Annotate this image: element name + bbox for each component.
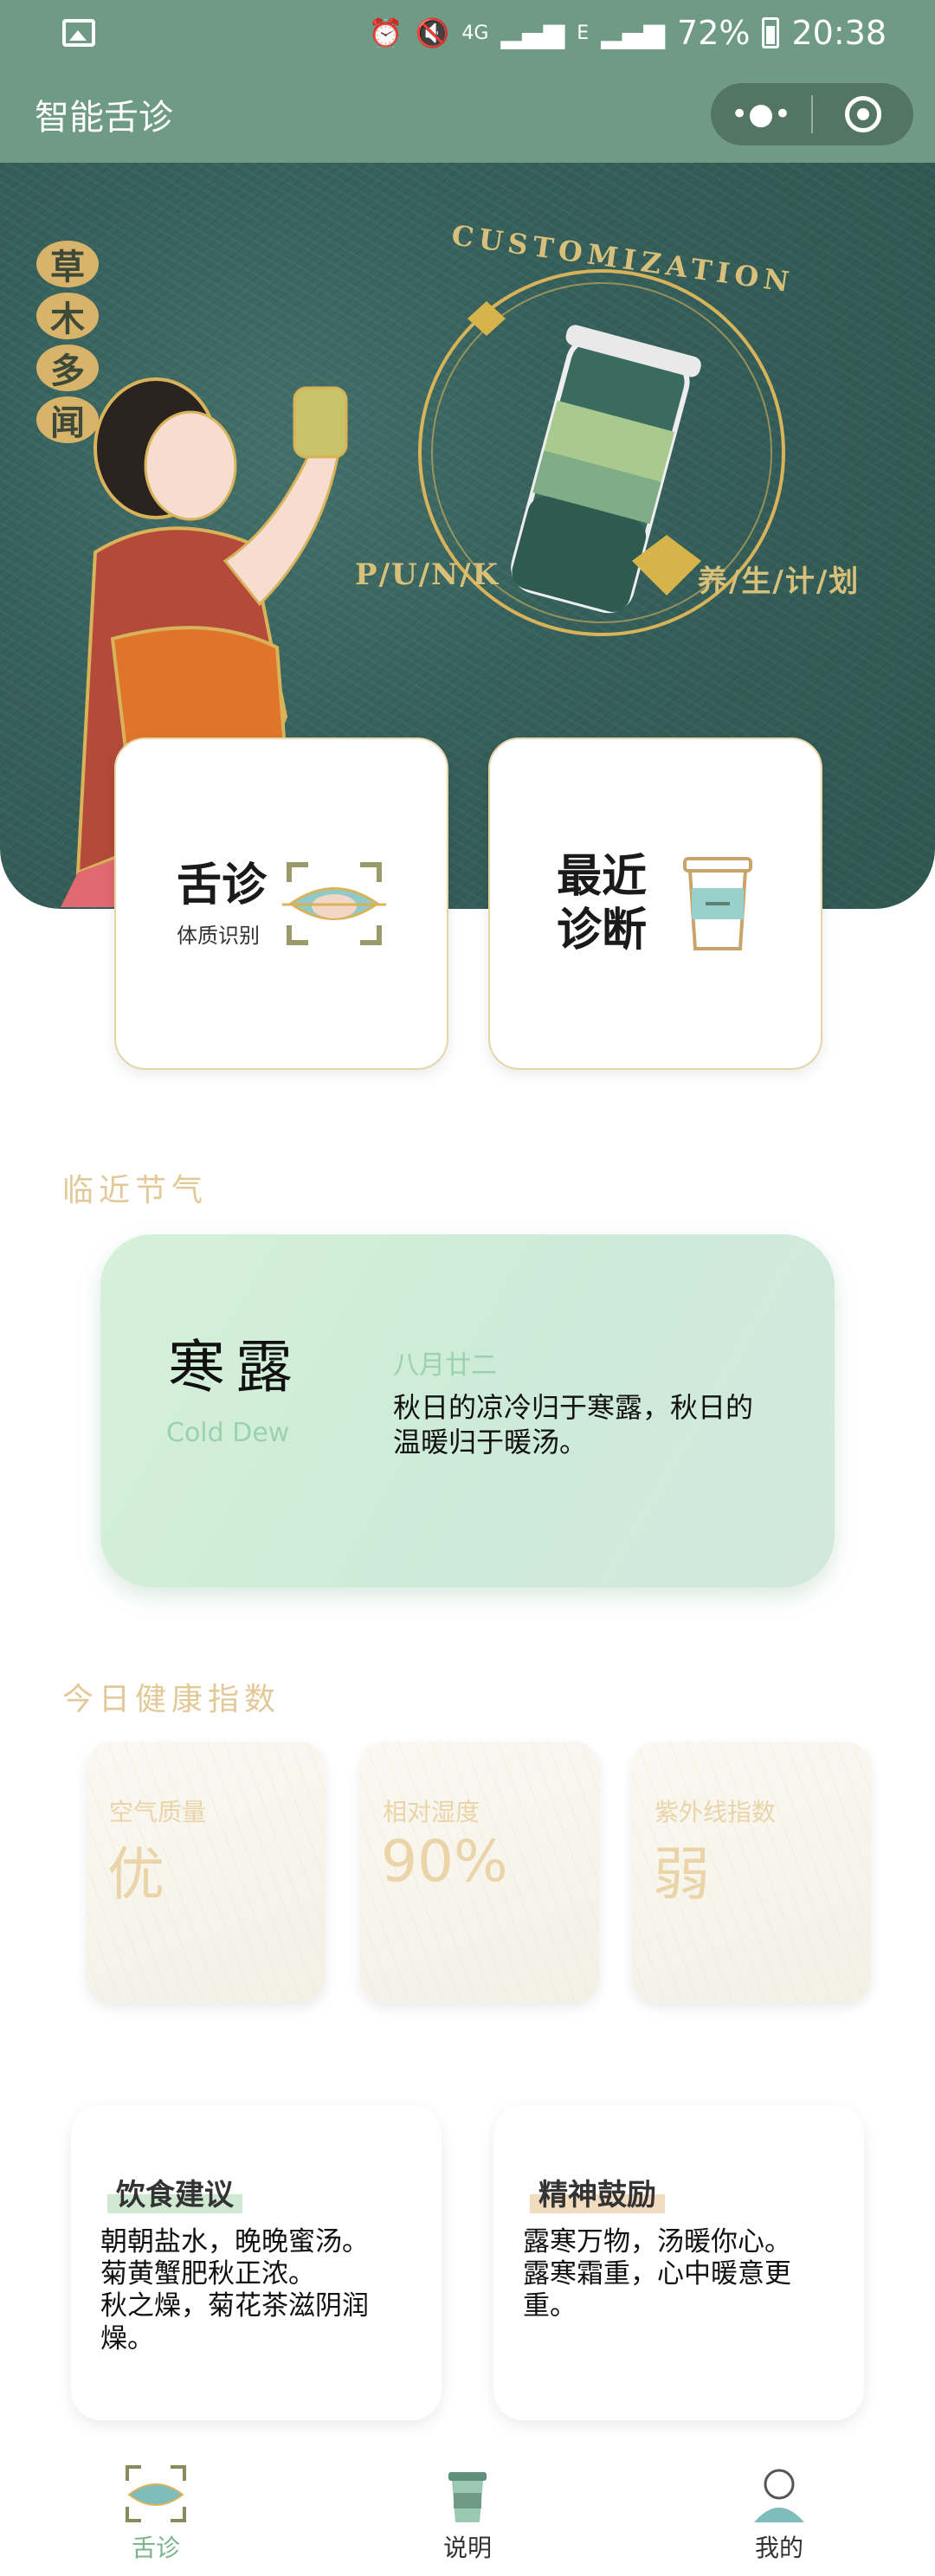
spirit-encouragement-body: 露寒万物，汤暖你心。 露寒霜重，心中暖意更重。 [523, 2226, 843, 2323]
tongue-scan-icon [282, 862, 386, 945]
alarm-icon: ⏰ [368, 16, 403, 49]
recent-card-title-line1: 最近 [556, 850, 647, 903]
close-button[interactable] [813, 83, 913, 145]
mini-program-capsule: •●• [710, 82, 914, 146]
tongue-card-title: 舌诊 [176, 860, 267, 912]
signal-icon: ▂▄▆ [500, 16, 565, 49]
advice-line: 秋之燥，菊花茶滋阴润燥。 [100, 2290, 369, 2354]
tab-instructions[interactable]: 说明 [312, 2455, 623, 2576]
diet-advice-card[interactable]: 饮食建议 朝朝盐水，晚晚蜜汤。 菊黄蟹肥秋正浓。 秋之燥，菊花茶滋阴润燥。 [71, 2105, 442, 2420]
advice-line: 朝朝盐水，晚晚蜜汤。 [100, 2226, 369, 2257]
section-title-solar-term: 临近节气 [62, 1173, 209, 1208]
user-icon [754, 2469, 804, 2522]
advice-line: 菊黄蟹肥秋正浓。 [100, 2258, 315, 2290]
solar-term-card[interactable]: 寒露 Cold Dew 八月廿二 秋日的凉冷归于寒露，秋日的温暖归于暖汤。 [100, 1234, 835, 1587]
brand-char: 草 [36, 241, 99, 287]
banner-left-text: P/U/N/K [355, 557, 500, 592]
clock: 20:38 [791, 14, 887, 52]
solar-term-name: 寒露 [168, 1334, 303, 1401]
recent-card-title-line2: 诊断 [556, 905, 647, 956]
banner-right-text: 养/生/计/划 [698, 564, 861, 599]
battery-percent: 72% [677, 14, 751, 52]
solar-term-english: Cold Dew [166, 1418, 290, 1448]
spirit-encouragement-card[interactable]: 精神鼓励 露寒万物，汤暖你心。 露寒霜重，心中暖意更重。 [493, 2105, 864, 2420]
health-value: 90% [381, 1828, 508, 1895]
network-4g-label: 4G [461, 22, 489, 44]
tab-mine[interactable]: 我的 [623, 2455, 935, 2576]
health-card-humidity: 相对湿度 90% [360, 1742, 599, 2003]
advice-line: 露寒霜重，心中暖意更重。 [523, 2258, 791, 2322]
solar-term-description: 秋日的凉冷归于寒露，秋日的温暖归于暖汤。 [393, 1391, 754, 1459]
diet-advice-title: 饮食建议 [107, 2171, 242, 2213]
more-button[interactable]: •●• [711, 83, 811, 145]
page-title: 智能舌诊 [35, 98, 173, 138]
tongue-card-subtitle: 体质识别 [176, 923, 260, 948]
network-e-label: E [577, 22, 590, 44]
nav-bar: 智能舌诊 •●• [0, 66, 935, 163]
health-label: 紫外线指数 [654, 1798, 777, 1826]
mute-icon: 🔇 [415, 16, 450, 49]
advice-line: 露寒万物，汤暖你心。 [523, 2226, 791, 2257]
recent-diagnosis-card[interactable]: 最近 诊断 [488, 737, 822, 1070]
status-bar: ⏰ 🔇 4G ▂▄▆ E ▂▄▆ 72% 20:38 [0, 0, 935, 66]
health-label: 相对湿度 [383, 1798, 480, 1826]
tongue-scan-icon [126, 2465, 186, 2522]
signal-icon-2: ▂▄▆ [601, 16, 666, 49]
tab-label: 舌诊 [131, 2534, 180, 2562]
health-card-air-quality: 空气质量 优 [87, 1742, 326, 2003]
tab-label: 我的 [754, 2534, 803, 2562]
bottom-tab-bar: 舌诊 说明 我的 [0, 2455, 935, 2576]
tab-label: 说明 [442, 2534, 492, 2562]
more-dots-icon: •●• [731, 97, 791, 132]
health-value: 优 [107, 1841, 164, 1908]
lunar-date: 八月廿二 [393, 1350, 497, 1381]
health-card-uv-index: 紫外线指数 弱 [632, 1742, 871, 2003]
spirit-encouragement-title: 精神鼓励 [530, 2171, 665, 2213]
brand-char: 木 [36, 293, 99, 339]
image-notification-icon [62, 19, 95, 47]
diet-advice-body: 朝朝盐水，晚晚蜜汤。 菊黄蟹肥秋正浓。 秋之燥，菊花茶滋阴润燥。 [100, 2226, 421, 2355]
cup-icon [448, 2472, 487, 2522]
health-label: 空气质量 [109, 1798, 207, 1826]
section-title-health-index: 今日健康指数 [62, 1682, 281, 1717]
cup-icon [683, 857, 752, 950]
health-value: 弱 [653, 1841, 710, 1908]
target-icon [845, 96, 881, 132]
tongue-diagnosis-card[interactable]: 舌诊 体质识别 [114, 737, 448, 1070]
battery-icon [762, 17, 780, 48]
tab-tongue[interactable]: 舌诊 [0, 2455, 312, 2576]
